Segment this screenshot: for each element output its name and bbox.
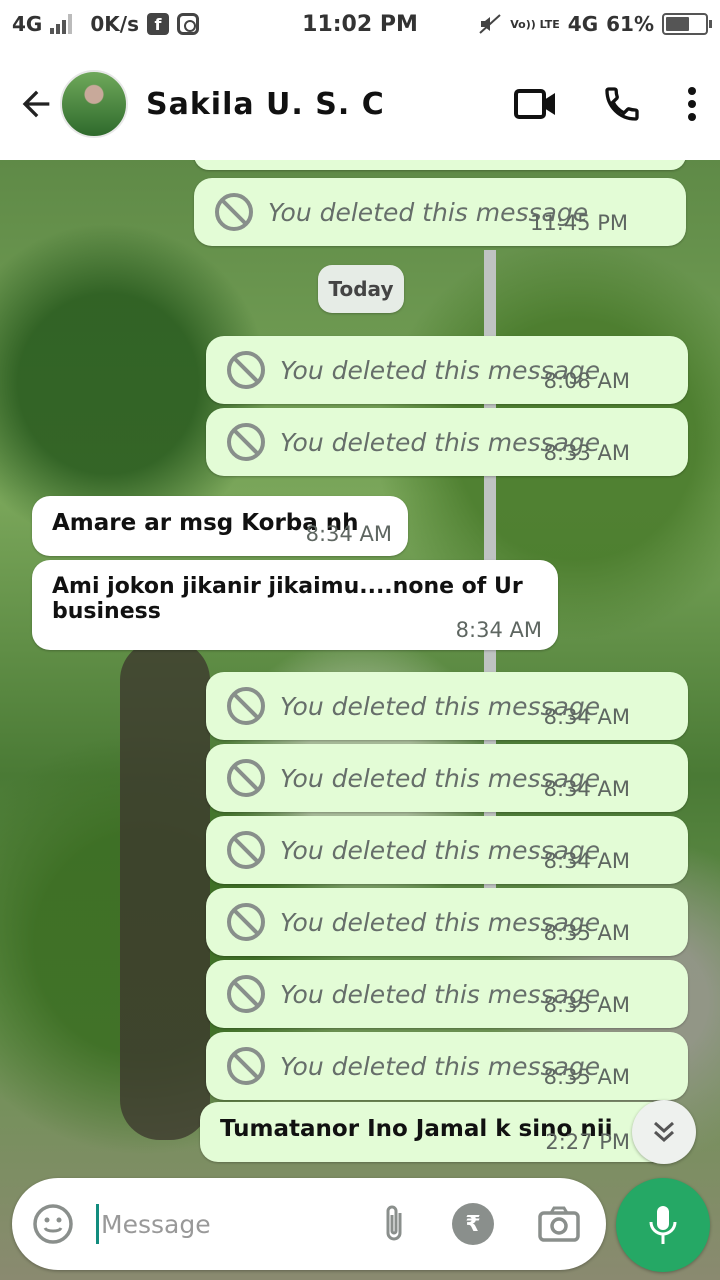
message-time: 8:08 AM bbox=[543, 369, 630, 393]
message-time: 11:45 PM bbox=[530, 211, 628, 235]
message-time: 8:33 AM bbox=[543, 441, 630, 465]
mute-icon bbox=[479, 14, 501, 34]
deleted-message-icon bbox=[227, 975, 265, 1013]
deleted-message-icon bbox=[227, 1047, 265, 1085]
avatar[interactable] bbox=[60, 70, 128, 138]
instagram-icon bbox=[176, 13, 199, 35]
message-deleted[interactable]: You deleted this message 8:33 AM bbox=[206, 408, 688, 476]
rupee-icon[interactable]: ₹ bbox=[452, 1203, 494, 1245]
message-deleted[interactable]: You deleted this message 8:34 AM bbox=[206, 816, 688, 884]
message-time: 8:34 AM bbox=[455, 618, 542, 642]
scroll-to-bottom-button[interactable] bbox=[632, 1100, 696, 1164]
status-bar: 4G 0K/s f 11:02 PM Vo)) LTE 4G 61% bbox=[0, 0, 720, 48]
back-arrow-icon[interactable] bbox=[16, 84, 56, 124]
signal-icon bbox=[50, 14, 73, 34]
message-incoming[interactable]: Ami jokon jikanir jikaimu....none of Ur … bbox=[32, 560, 558, 650]
deleted-message-icon bbox=[227, 423, 265, 461]
message-outgoing[interactable]: Tumatanor Ino Jamal k sino nii 2:27 PM bbox=[200, 1102, 670, 1162]
message-time: 8:35 AM bbox=[543, 921, 630, 945]
message-deleted[interactable]: You deleted this message 8:35 AM bbox=[206, 888, 688, 956]
message-time: 8:34 AM bbox=[543, 705, 630, 729]
battery-icon bbox=[662, 13, 712, 35]
facebook-icon: f bbox=[146, 13, 169, 35]
message-deleted[interactable]: You deleted this message 11:45 PM bbox=[194, 178, 686, 246]
voice-message-button[interactable] bbox=[616, 1178, 710, 1272]
network-type-right: 4G bbox=[567, 12, 599, 36]
deleted-message-icon bbox=[227, 687, 265, 725]
background-trunk bbox=[120, 640, 210, 1140]
message-bubble-partial bbox=[194, 160, 686, 170]
message-deleted[interactable]: You deleted this message 8:34 AM bbox=[206, 744, 688, 812]
double-chevron-down-icon bbox=[654, 1121, 674, 1143]
message-time: 8:35 AM bbox=[543, 993, 630, 1017]
message-deleted[interactable]: You deleted this message 8:35 AM bbox=[206, 1032, 688, 1100]
more-vert-icon[interactable] bbox=[686, 86, 698, 122]
battery-percent: 61% bbox=[606, 12, 654, 36]
message-text: Ami jokon jikanir jikaimu....none of Ur … bbox=[52, 574, 523, 624]
chat-header: Sakila U. S. C bbox=[0, 48, 720, 160]
text-cursor bbox=[96, 1204, 99, 1244]
volte-indicator: Vo)) LTE bbox=[510, 17, 560, 31]
message-time: 2:27 PM bbox=[545, 1130, 630, 1154]
message-time: 8:34 AM bbox=[543, 849, 630, 873]
message-deleted[interactable]: You deleted this message 8:08 AM bbox=[206, 336, 688, 404]
deleted-message-icon bbox=[227, 759, 265, 797]
emoji-icon[interactable] bbox=[32, 1203, 74, 1245]
message-time: 8:35 AM bbox=[543, 1065, 630, 1089]
message-time: 8:34 AM bbox=[305, 522, 392, 546]
chat-area[interactable]: You deleted this message 11:45 PM Today … bbox=[0, 160, 720, 1280]
contact-name[interactable]: Sakila U. S. C bbox=[146, 87, 385, 122]
paperclip-icon[interactable] bbox=[380, 1203, 408, 1245]
phone-icon[interactable] bbox=[602, 84, 642, 124]
message-incoming[interactable]: Amare ar msg Korba nh 8:34 AM bbox=[32, 496, 408, 556]
network-type-left: 4G bbox=[12, 12, 43, 36]
camera-icon[interactable] bbox=[538, 1206, 580, 1242]
deleted-message-icon bbox=[227, 831, 265, 869]
video-call-icon[interactable] bbox=[514, 86, 558, 122]
network-speed: 0K/s bbox=[90, 12, 139, 36]
message-composer: ₹ bbox=[12, 1178, 606, 1270]
deleted-message-icon bbox=[227, 903, 265, 941]
message-deleted[interactable]: You deleted this message 8:34 AM bbox=[206, 672, 688, 740]
message-deleted[interactable]: You deleted this message 8:35 AM bbox=[206, 960, 688, 1028]
date-divider: Today bbox=[318, 265, 404, 313]
deleted-message-icon bbox=[227, 351, 265, 389]
deleted-message-icon bbox=[215, 193, 253, 231]
message-input[interactable] bbox=[101, 1209, 321, 1239]
microphone-icon bbox=[649, 1206, 677, 1244]
message-time: 8:34 AM bbox=[543, 777, 630, 801]
